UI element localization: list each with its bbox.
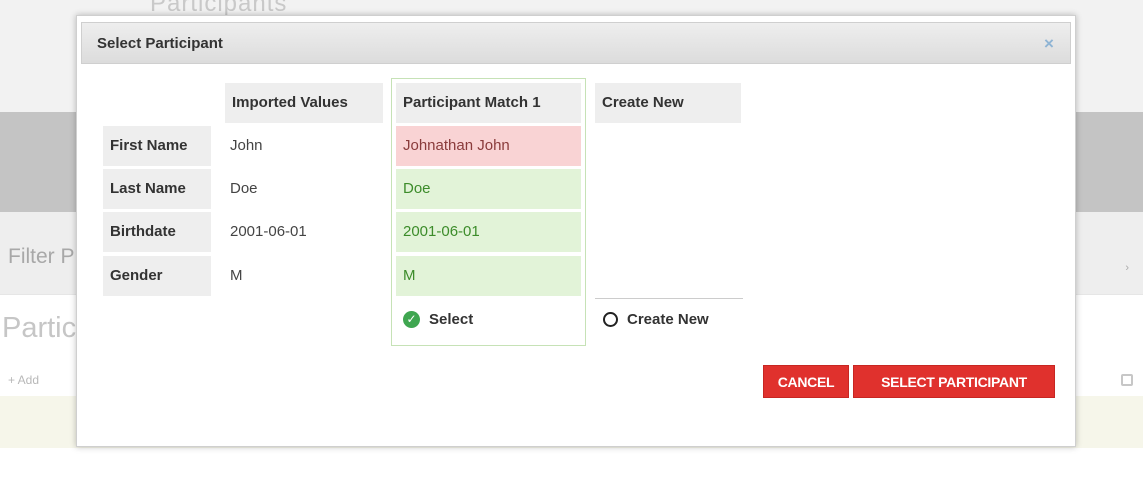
- select-match-label: Select: [429, 311, 474, 328]
- select-participant-dialog: Select Participant × Imported Values Cre…: [76, 15, 1076, 447]
- column-header-participant-match: Participant Match 1: [396, 83, 581, 123]
- match-birthdate: 2001-06-01: [396, 212, 581, 252]
- background-add-link: + Add: [8, 373, 40, 387]
- radio-empty-icon: [603, 312, 618, 327]
- imported-first-name: John: [230, 137, 263, 154]
- close-icon[interactable]: ×: [1041, 35, 1057, 52]
- dialog-header: Select Participant ×: [81, 22, 1071, 64]
- select-participant-button[interactable]: SELECT PARTICIPANT: [853, 365, 1055, 398]
- column-header-imported-values: Imported Values: [225, 83, 383, 123]
- imported-birthdate: 2001-06-01: [230, 223, 307, 240]
- background-filter-label: Filter P: [8, 245, 75, 268]
- chevron-right-icon: ›: [1125, 262, 1129, 274]
- dialog-title: Select Participant: [97, 35, 223, 52]
- row-label-gender: Gender: [103, 256, 211, 296]
- save-icon: [1121, 374, 1133, 386]
- row-label-first-name: First Name: [103, 126, 211, 166]
- create-new-option[interactable]: Create New: [603, 311, 709, 328]
- create-new-label: Create New: [627, 311, 709, 328]
- select-match-option[interactable]: ✓ Select: [403, 311, 473, 328]
- check-circle-icon: ✓: [403, 311, 420, 328]
- match-gender: M: [396, 256, 581, 296]
- row-label-last-name: Last Name: [103, 169, 211, 209]
- background-section-title: Partic: [2, 312, 77, 344]
- match-last-name: Doe: [396, 169, 581, 209]
- column-header-create-new: Create New: [595, 83, 741, 123]
- imported-gender: M: [230, 267, 243, 284]
- cancel-button[interactable]: CANCEL: [763, 365, 849, 398]
- imported-last-name: Doe: [230, 180, 258, 197]
- match-first-name: Johnathan John: [396, 126, 581, 166]
- create-new-divider: [595, 298, 743, 299]
- background-bottom: [0, 448, 1143, 482]
- row-label-birthdate: Birthdate: [103, 212, 211, 252]
